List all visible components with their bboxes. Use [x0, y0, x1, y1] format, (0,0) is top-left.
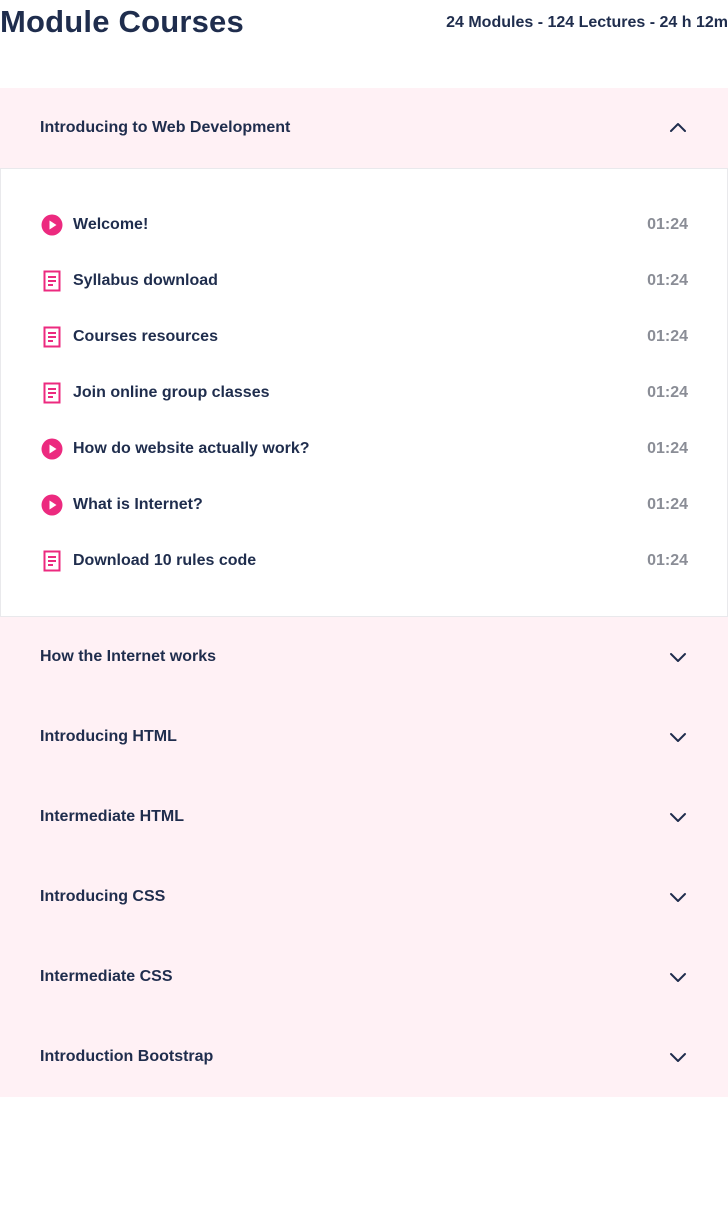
- module-title: Introduction Bootstrap: [40, 1048, 214, 1065]
- module-lesson-list: Welcome! 01:24 Syllabus download 01:24 C…: [0, 168, 728, 617]
- lesson-item[interactable]: How do website actually work? 01:24: [41, 421, 688, 477]
- module-header-how-internet-works[interactable]: How the Internet works: [0, 617, 728, 697]
- module-accordion: Introducing to Web Development Welcome! …: [0, 88, 728, 1097]
- play-icon: [41, 438, 63, 460]
- module-title: Intermediate HTML: [40, 808, 185, 825]
- chevron-down-icon[interactable]: [668, 1047, 688, 1067]
- lesson-title: Join online group classes: [73, 384, 270, 401]
- lesson-item[interactable]: What is Internet? 01:24: [41, 477, 688, 533]
- page-title: Module Courses: [0, 4, 244, 39]
- chevron-down-icon[interactable]: [668, 807, 688, 827]
- module-header-intermediate-css[interactable]: Intermediate CSS: [0, 937, 728, 1017]
- lesson-item[interactable]: Welcome! 01:24: [41, 197, 688, 253]
- header: Module Courses 24 Modules - 124 Lectures…: [0, 0, 728, 88]
- lesson-item[interactable]: Download 10 rules code 01:24: [41, 533, 688, 589]
- module-title: Introducing HTML: [40, 728, 177, 745]
- document-icon: [41, 270, 63, 292]
- module-header-introducing-html[interactable]: Introducing HTML: [0, 697, 728, 777]
- lesson-duration: 01:24: [647, 496, 688, 513]
- lesson-duration: 01:24: [647, 552, 688, 569]
- lesson-duration: 01:24: [647, 216, 688, 233]
- module-title: Introducing to Web Development: [40, 119, 291, 136]
- chevron-down-icon[interactable]: [668, 887, 688, 907]
- module-title: How the Internet works: [40, 648, 217, 665]
- chevron-down-icon[interactable]: [668, 727, 688, 747]
- lesson-title: How do website actually work?: [73, 440, 310, 457]
- module-title: Introducing CSS: [40, 888, 166, 905]
- module-header-intermediate-html[interactable]: Intermediate HTML: [0, 777, 728, 857]
- chevron-up-icon[interactable]: [668, 118, 688, 138]
- lesson-duration: 01:24: [647, 272, 688, 289]
- lesson-item[interactable]: Syllabus download 01:24: [41, 253, 688, 309]
- lesson-title: What is Internet?: [73, 496, 203, 513]
- course-stats: 24 Modules - 124 Lectures - 24 h 12m: [446, 14, 728, 31]
- module-header-introducing-web-development[interactable]: Introducing to Web Development: [0, 88, 728, 168]
- play-icon: [41, 494, 63, 516]
- lesson-duration: 01:24: [647, 328, 688, 345]
- chevron-down-icon[interactable]: [668, 967, 688, 987]
- lesson-title: Courses resources: [73, 328, 218, 345]
- module-title: Intermediate CSS: [40, 968, 173, 985]
- lesson-item[interactable]: Join online group classes 01:24: [41, 365, 688, 421]
- lesson-item[interactable]: Courses resources 01:24: [41, 309, 688, 365]
- document-icon: [41, 326, 63, 348]
- module-header-introducing-css[interactable]: Introducing CSS: [0, 857, 728, 937]
- lesson-title: Welcome!: [73, 216, 149, 233]
- chevron-down-icon[interactable]: [668, 647, 688, 667]
- lesson-duration: 01:24: [647, 384, 688, 401]
- document-icon: [41, 382, 63, 404]
- play-icon: [41, 214, 63, 236]
- document-icon: [41, 550, 63, 572]
- module-header-introduction-bootstrap[interactable]: Introduction Bootstrap: [0, 1017, 728, 1097]
- lesson-title: Download 10 rules code: [73, 552, 257, 569]
- lesson-title: Syllabus download: [73, 272, 218, 289]
- lesson-duration: 01:24: [647, 440, 688, 457]
